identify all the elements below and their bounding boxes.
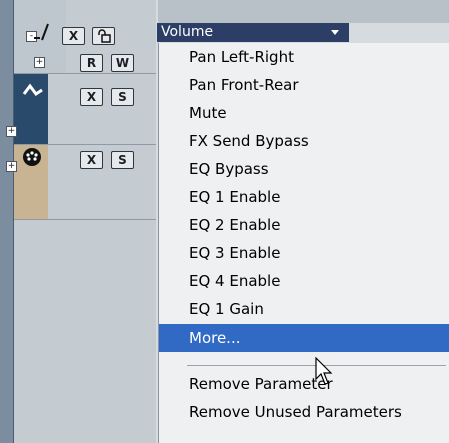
menu-item-mute[interactable]: Mute xyxy=(159,99,449,127)
menu-item-remove-unused-parameters[interactable]: Remove Unused Parameters xyxy=(159,398,449,426)
automation-parameter-select[interactable]: Volume xyxy=(157,23,349,42)
ruler-strip xyxy=(158,0,449,23)
menu-item-more[interactable]: More... xyxy=(159,324,449,352)
menu-item-eq-bypass[interactable]: EQ Bypass xyxy=(159,155,449,183)
track-list: - X + R W + X S + X S xyxy=(6,0,156,443)
empty-track-area xyxy=(14,220,156,443)
mute-button[interactable]: X xyxy=(80,88,103,106)
menu-item-eq2-enable[interactable]: EQ 2 Enable xyxy=(159,211,449,239)
mute-button[interactable]: X xyxy=(80,151,103,169)
menu-item-eq1-gain[interactable]: EQ 1 Gain xyxy=(159,295,449,323)
midi-connector-icon xyxy=(23,148,41,166)
menu-item-eq3-enable[interactable]: EQ 3 Enable xyxy=(159,239,449,267)
menu-item-fx-send-bypass[interactable]: FX Send Bypass xyxy=(159,127,449,155)
left-strip xyxy=(0,0,14,443)
menu-item-pan-front-rear[interactable]: Pan Front-Rear xyxy=(159,71,449,99)
expand-toggle[interactable]: + xyxy=(34,57,45,68)
instrument-track: + X S xyxy=(6,74,156,145)
write-button[interactable]: W xyxy=(111,54,134,72)
solo-button[interactable]: S xyxy=(111,151,134,169)
read-button[interactable]: R xyxy=(80,54,103,72)
expand-toggle[interactable]: + xyxy=(6,126,17,137)
mute-button[interactable]: X xyxy=(62,27,85,45)
solo-button[interactable]: S xyxy=(111,88,134,106)
menu-item-remove-parameter[interactable]: Remove Parameter xyxy=(159,370,449,398)
menu-item-eq4-enable[interactable]: EQ 4 Enable xyxy=(159,267,449,295)
menu-item-pan-left-right[interactable]: Pan Left-Right xyxy=(159,43,449,71)
parameter-dropdown-menu: Pan Left-Right Pan Front-Rear Mute FX Se… xyxy=(158,43,449,443)
mouse-pointer-icon xyxy=(315,357,333,385)
dropdown-arrow-icon xyxy=(331,30,339,35)
lock-icon xyxy=(98,29,111,43)
expand-toggle[interactable]: + xyxy=(6,161,17,172)
automation-track: - X + R W xyxy=(14,0,156,74)
menu-item-eq1-enable[interactable]: EQ 1 Enable xyxy=(159,183,449,211)
midi-track: + X S xyxy=(6,145,156,220)
automation-line-icon xyxy=(34,23,49,41)
param-select-value: Volume xyxy=(161,24,214,40)
lock-button[interactable] xyxy=(92,27,115,45)
instrument-track-icon xyxy=(22,83,43,97)
